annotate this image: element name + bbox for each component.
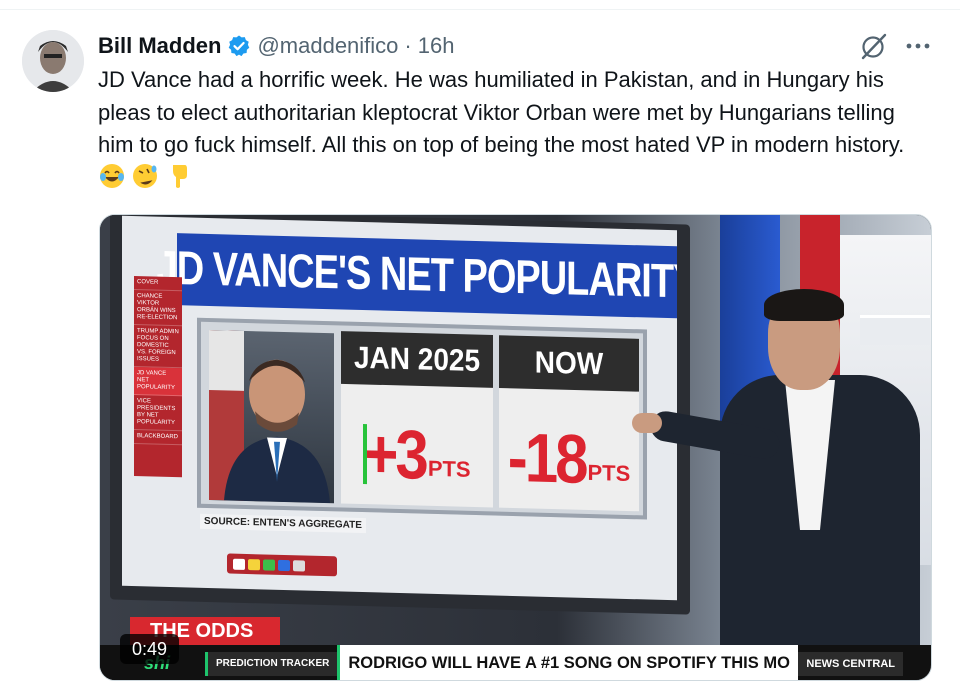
verified-badge-icon	[227, 34, 251, 58]
tweet-text: JD Vance had a horrific week. He was hum…	[98, 64, 918, 194]
jan-2025-header: JAN 2025	[341, 331, 493, 388]
jan-2025-unit: PTS	[427, 455, 471, 482]
toolbar-swatch	[278, 559, 290, 571]
more-options-icon[interactable]	[903, 34, 933, 58]
side-menu-item: CHANCE VIKTOR ORBÁN WINS RE-ELECTION	[134, 290, 182, 327]
anchor-hand	[632, 413, 662, 433]
display-name[interactable]: Bill Madden	[98, 33, 221, 59]
screen-title: JD VANCE'S NET POPULARITY	[156, 241, 677, 309]
video-duration: 0:49	[120, 634, 180, 664]
white-house-graphic	[860, 315, 930, 345]
ticker-headline: RODRIGO WILL HAVE A #1 SONG ON SPOTIFY T…	[337, 645, 799, 680]
face-with-tears-of-joy-emoji	[99, 163, 125, 189]
popularity-panel: JAN 2025 +3 PTS NOW -18 PTS	[197, 317, 647, 520]
handle[interactable]: @maddenifico	[257, 33, 398, 59]
tweet-header: Bill Madden @maddenifico · 16h	[98, 30, 454, 62]
screen-side-menu: COVER CHANCE VIKTOR ORBÁN WINS RE-ELECTI…	[134, 276, 182, 478]
toolbar-swatch	[233, 558, 245, 570]
video-player[interactable]: JD VANCE'S NET POPULARITY COVER CHANCE V…	[99, 214, 932, 681]
now-header: NOW	[499, 335, 639, 392]
avatar[interactable]	[22, 30, 84, 92]
toolbar-swatch	[293, 559, 305, 572]
tv-screen: JD VANCE'S NET POPULARITY COVER CHANCE V…	[122, 215, 677, 601]
news-ticker: shi PREDICTION TRACKER RODRIGO WILL HAVE…	[100, 645, 931, 680]
avatar-image	[22, 30, 84, 92]
separator-dot: ·	[404, 33, 412, 58]
top-divider	[0, 0, 960, 10]
now-column: NOW -18 PTS	[499, 335, 639, 512]
now-value: -18 PTS	[499, 398, 639, 498]
timestamp[interactable]: 16h	[418, 33, 455, 59]
side-menu-item: COVER	[134, 276, 182, 292]
screen-toolbar	[227, 553, 337, 577]
source-label: SOURCE: ENTEN'S AGGREGATE	[200, 513, 366, 534]
tweet-body: JD Vance had a horrific week. He was hum…	[98, 67, 905, 157]
portrait-photo	[209, 330, 334, 504]
toolbar-swatch	[248, 558, 260, 570]
side-menu-item: BLACKBOARD	[134, 430, 182, 446]
jan-2025-column: JAN 2025 +3 PTS	[341, 331, 493, 508]
toolbar-swatch	[263, 558, 275, 571]
jan-2025-number: +3	[363, 414, 426, 494]
now-number: -18	[507, 418, 586, 498]
now-unit: PTS	[587, 459, 631, 487]
grok-icon[interactable]	[858, 30, 890, 62]
prediction-tracker-label: PREDICTION TRACKER	[205, 651, 338, 676]
network-label: NEWS CENTRAL	[798, 651, 903, 676]
telestrator-mark	[363, 424, 367, 485]
rolling-on-floor-laughing-emoji	[132, 163, 158, 189]
side-menu-item: TRUMP ADMIN FOCUS ON DOMESTIC VS. FOREIG…	[134, 325, 182, 369]
side-menu-item: JD VANCE NET POPULARITY	[134, 367, 182, 397]
anchor-hair	[764, 289, 844, 321]
backhand-index-pointing-down-emoji	[165, 163, 191, 189]
side-menu-item: VICE PRESIDENTS BY NET POPULARITY	[134, 395, 182, 432]
screen-title-bar: JD VANCE'S NET POPULARITY	[157, 233, 677, 319]
